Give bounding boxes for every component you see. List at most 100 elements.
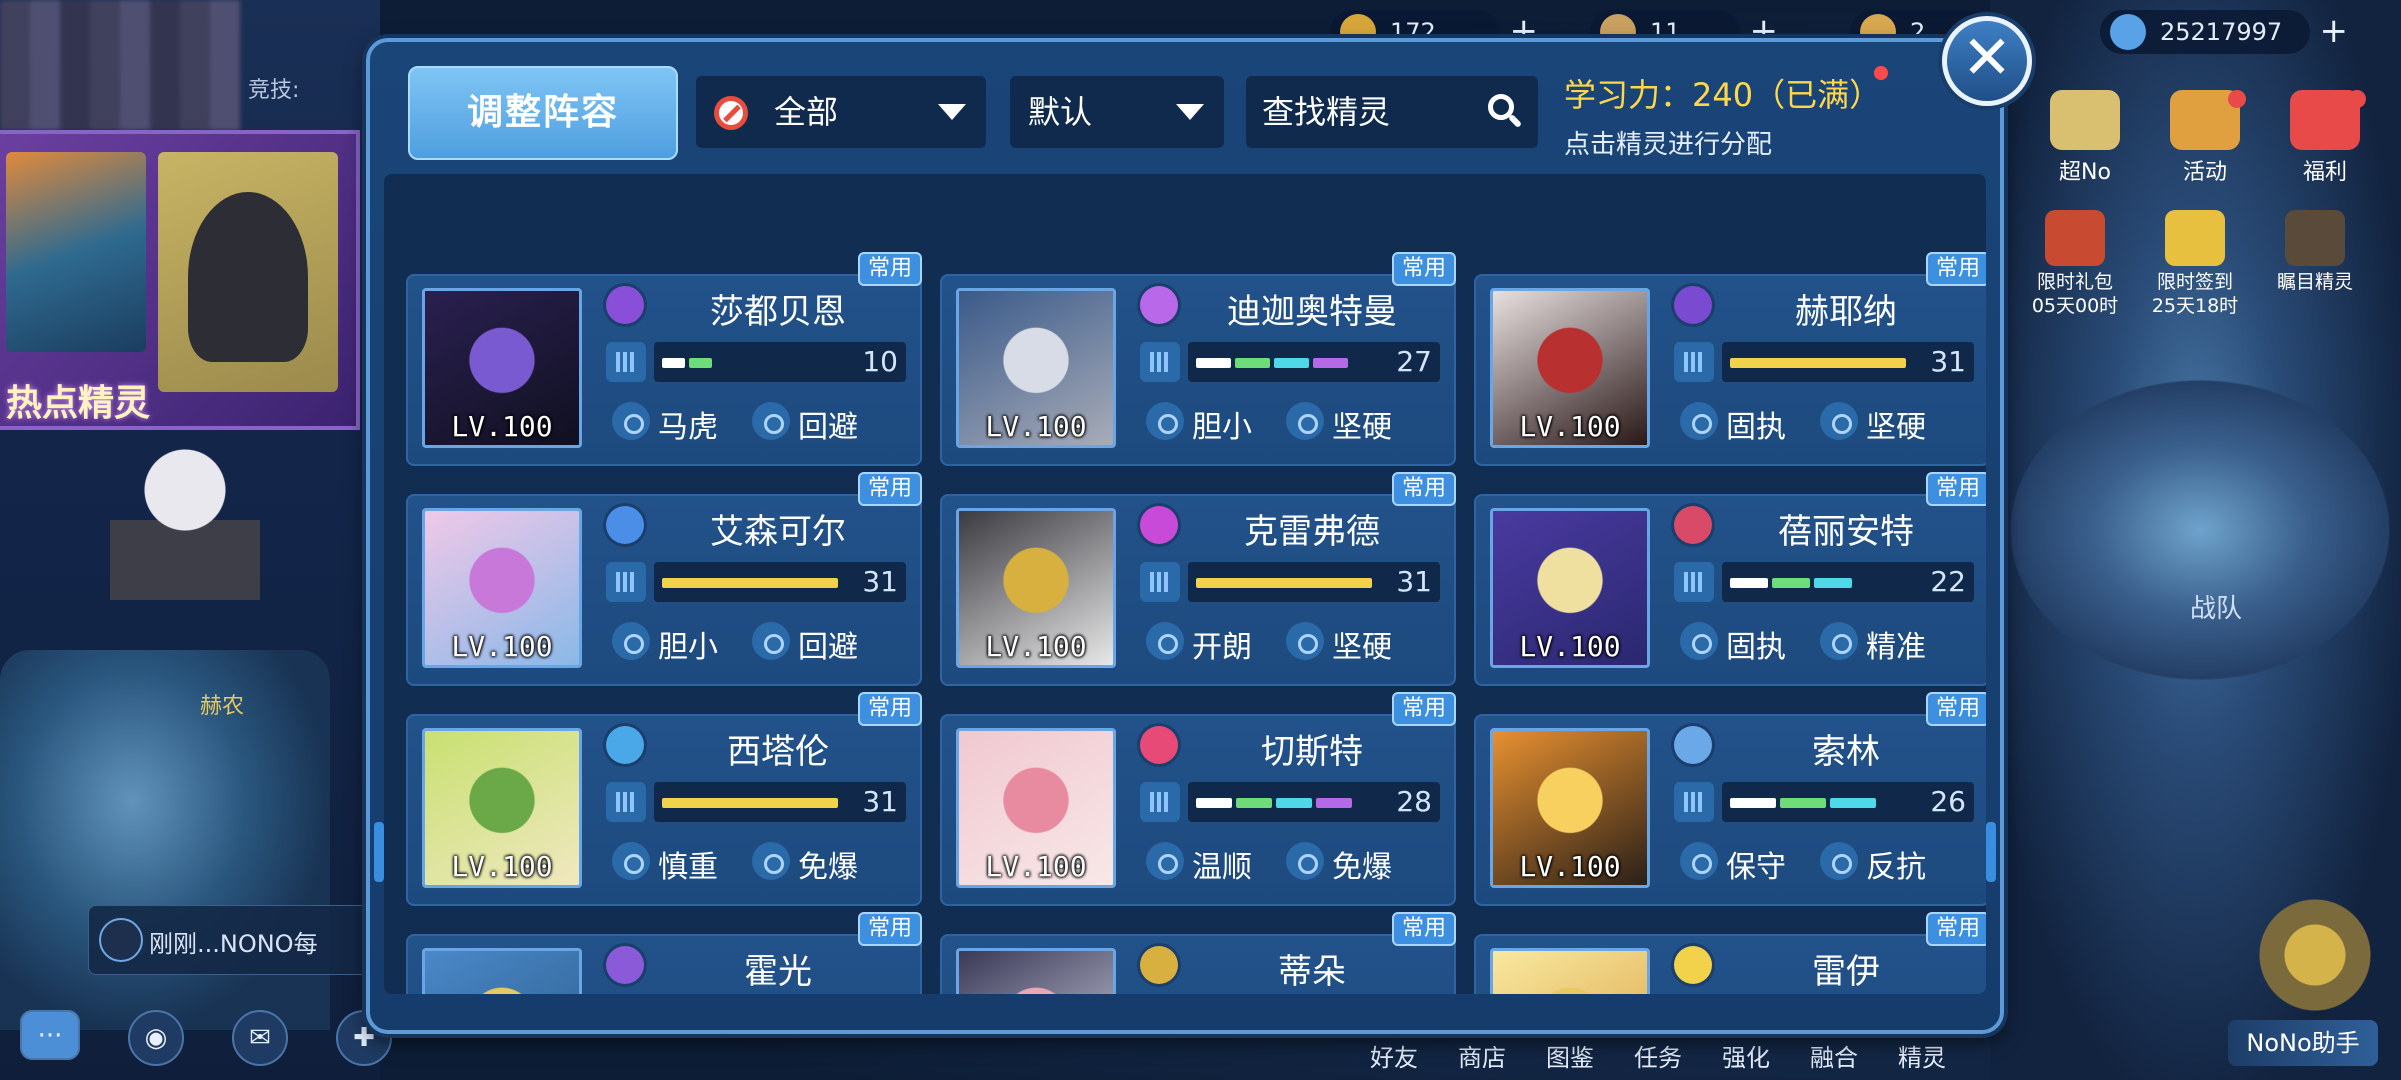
no-filter-icon — [714, 96, 748, 130]
pet-card[interactable]: 常用 蒂朵 — [940, 912, 1456, 994]
learning-power-bar[interactable]: 22 — [1674, 558, 1974, 606]
adjust-lineup-button[interactable]: 调整阵容 — [408, 66, 678, 160]
bar-fill — [662, 798, 838, 808]
close-button[interactable]: ✕ — [1942, 16, 2032, 106]
learning-power-value: 31 — [862, 785, 898, 818]
learning-power-bar[interactable]: 28 — [1140, 778, 1440, 826]
learning-power-bar[interactable]: 27 — [1140, 338, 1440, 386]
pet-portrait: LV.100 — [1490, 508, 1650, 668]
pet-card[interactable]: 常用 霍光 — [406, 912, 922, 994]
purple-gem-icon — [606, 946, 644, 984]
left-scroll-indicator[interactable] — [374, 822, 384, 882]
nature-label: 胆小 — [658, 630, 718, 665]
featured-pet-button[interactable]: 瞩目精灵 — [2260, 210, 2370, 294]
sort-dropdown[interactable]: 默认 — [1010, 76, 1224, 148]
pet-art — [1493, 951, 1647, 994]
pet-card[interactable]: 常用 LV.100 克雷弗德 31 开朗 坚硬 — [940, 472, 1456, 686]
pet-card[interactable]: 常用 LV.100 艾森可尔 31 胆小 回避 — [406, 472, 922, 686]
nature-label: 保守 — [1726, 850, 1786, 885]
nature-icon — [1146, 622, 1184, 660]
hot-pet-panel[interactable]: 热点精灵 — [0, 130, 360, 430]
bar-fill — [1196, 798, 1352, 808]
learning-power-bar[interactable]: 31 — [1674, 338, 1974, 386]
nono-assistant-button[interactable]: NoNo助手 — [2228, 1020, 2378, 1066]
element-filter-value: 全部 — [774, 93, 839, 131]
limited-pack-button[interactable]: 限时礼包 05天00时 — [2020, 210, 2130, 318]
team-pedestal[interactable] — [2010, 380, 2390, 680]
nono-assistant-avatar[interactable] — [2250, 890, 2380, 1020]
menu-super-no[interactable]: 超No — [2040, 90, 2130, 186]
search-icon[interactable] — [1488, 94, 1524, 130]
bar-segment — [1730, 798, 1776, 808]
bar-track: 31 — [654, 562, 906, 602]
learning-power-bar[interactable]: 31 — [606, 778, 906, 826]
pet-card[interactable]: 常用 LV.100 索林 26 保守 反抗 — [1474, 692, 1986, 906]
pet-search-input[interactable]: 查找精灵 — [1246, 76, 1538, 148]
feature-trait: 免爆 — [752, 842, 858, 886]
add-coin-button[interactable]: + — [2320, 14, 2349, 48]
learning-power-bar[interactable]: 10 — [606, 338, 906, 386]
pet-portrait: LV.100 — [956, 728, 1116, 888]
allocation-tip: 点击精灵进行分配 — [1564, 130, 1773, 160]
learning-power-value: 10 — [862, 345, 898, 378]
nature-icon — [1146, 402, 1184, 440]
nature-trait: 胆小 — [1146, 402, 1252, 446]
coin-value: 25217997 — [2160, 18, 2283, 46]
pet-card[interactable]: 常用 LV.100 赫耶纳 31 固执 坚硬 — [1474, 252, 1986, 466]
common-tag: 常用 — [1926, 912, 1986, 946]
bar-segment — [1236, 798, 1272, 808]
nature-label: 胆小 — [1192, 410, 1252, 445]
learning-power-bar[interactable]: 31 — [606, 558, 906, 606]
bar-segment — [662, 578, 838, 588]
mail-icon[interactable]: ✉ — [232, 1010, 288, 1066]
pet-name: 索林 — [1812, 732, 1880, 772]
eye-icon[interactable]: ◉ — [128, 1010, 184, 1066]
nature-trait: 固执 — [1680, 402, 1786, 446]
pet-lineup-modal: 常用 LV.100 莎都贝恩 10 马虎 回避 常用 LV.100 迪迦奥特曼 … — [366, 38, 2004, 1034]
notification-bubble[interactable]: 刚刚...NONO每 — [88, 905, 408, 975]
pet-card[interactable]: 常用 雷伊 — [1474, 912, 1986, 994]
nature-label: 慎重 — [658, 850, 718, 885]
bar-track: 22 — [1722, 562, 1974, 602]
limited-signin-button[interactable]: 限时签到 25天18时 — [2140, 210, 2250, 318]
element-filter-dropdown[interactable]: 全部 — [696, 76, 986, 148]
feature-trait: 坚硬 — [1286, 402, 1392, 446]
learning-power-value: 26 — [1930, 785, 1966, 818]
pet-portrait — [422, 948, 582, 994]
hot-pet-card-2[interactable] — [158, 152, 338, 392]
chat-icon[interactable]: ··· — [20, 1010, 80, 1060]
pet-card[interactable]: 常用 LV.100 莎都贝恩 10 马虎 回避 — [406, 252, 922, 466]
learning-power-value: 31 — [1930, 345, 1966, 378]
feature-label: 免爆 — [798, 850, 858, 885]
nav-label: 图鉴 — [1546, 1044, 1594, 1072]
pet-card[interactable]: 常用 LV.100 迪迦奥特曼 27 胆小 坚硬 — [940, 252, 1456, 466]
pet-list-container[interactable]: 常用 LV.100 莎都贝恩 10 马虎 回避 常用 LV.100 迪迦奥特曼 … — [384, 174, 1986, 994]
player-avatar-blurred[interactable] — [0, 0, 240, 130]
pet-card[interactable]: 常用 LV.100 切斯特 28 温顺 免爆 — [940, 692, 1456, 906]
learning-power-bar[interactable]: 26 — [1674, 778, 1974, 826]
mech-x-icon — [1140, 506, 1178, 544]
pet-portrait: LV.100 — [956, 288, 1116, 448]
pet-card[interactable]: 常用 LV.100 西塔伦 31 慎重 免爆 — [406, 692, 922, 906]
hot-pet-card-1[interactable] — [6, 152, 146, 352]
nature-label: 温顺 — [1192, 850, 1252, 885]
gift-chest-icon — [2045, 210, 2105, 266]
pet-level: LV.100 — [451, 630, 553, 663]
nono-robot-character[interactable] — [110, 430, 260, 630]
learning-power-value: 22 — [1930, 565, 1966, 598]
right-scroll-indicator[interactable] — [1986, 822, 1996, 882]
pet-portrait — [1490, 948, 1650, 994]
menu-welfare[interactable]: 福利 — [2280, 90, 2370, 186]
pet-card[interactable]: 常用 LV.100 蓓丽安特 22 固执 精准 — [1474, 472, 1986, 686]
menu-activity[interactable]: 活动 — [2160, 90, 2250, 186]
ice-shard-icon — [606, 506, 644, 544]
pink-heart-icon — [1140, 726, 1178, 764]
wind-wing-icon — [1674, 726, 1712, 764]
stat-icon — [606, 782, 646, 822]
nature-label: 马虎 — [658, 410, 718, 445]
feature-label: 坚硬 — [1332, 410, 1392, 445]
feature-trait: 回避 — [752, 622, 858, 666]
stat-icon — [1140, 562, 1180, 602]
pet-name: 雷伊 — [1812, 952, 1880, 992]
learning-power-bar[interactable]: 31 — [1140, 558, 1440, 606]
